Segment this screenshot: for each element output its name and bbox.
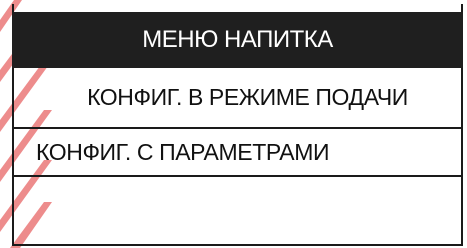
menu-title-bar: МЕНЮ НАПИТКА <box>12 12 463 68</box>
menu-item-parameters-config[interactable]: КОНФИГ. С ПАРАМЕТРАМИ <box>12 127 463 177</box>
menu-title: МЕНЮ НАПИТКА <box>142 26 333 53</box>
menu-item-dispense-config[interactable]: КОНФИГ. В РЕЖИМЕ ПОДАЧИ <box>12 72 463 122</box>
menu-item-label: КОНФИГ. С ПАРАМЕТРАМИ <box>36 138 330 165</box>
menu-item-label: КОНФИГ. В РЕЖИМЕ ПОДАЧИ <box>87 83 408 110</box>
drink-menu-screen: МЕНЮ НАПИТКА КОНФИГ. В РЕЖИМЕ ПОДАЧИ КОН… <box>0 0 467 248</box>
